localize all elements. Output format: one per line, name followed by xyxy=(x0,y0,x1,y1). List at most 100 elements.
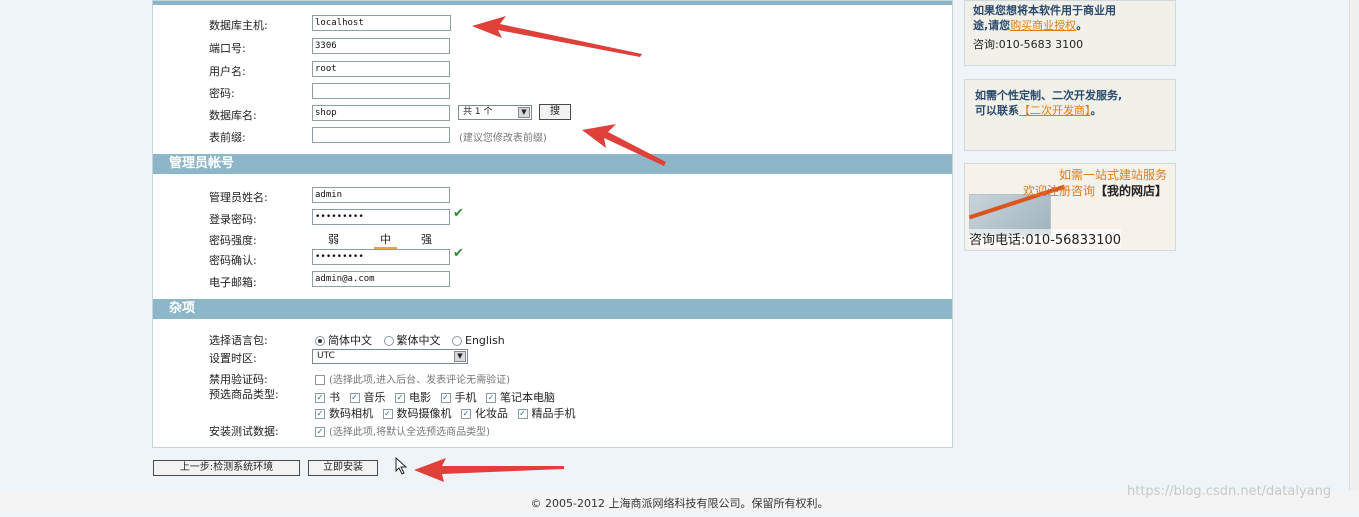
db-search-button[interactable]: 搜 xyxy=(539,104,571,120)
db-name-label: 数据库名: xyxy=(209,109,257,122)
db-count-value: 共 1 个 xyxy=(463,107,493,117)
db-count-select[interactable]: 共 1 个 ▼ xyxy=(458,105,532,120)
goods-checkbox[interactable]: ✓ xyxy=(486,393,496,403)
admin-confirm-input[interactable]: ••••••••• xyxy=(312,249,450,265)
test-data-checkbox[interactable]: ✓ xyxy=(315,427,325,437)
commercial-license-box: 如果您想将本软件用于商业用 途,请您购买商业授权。 咨询:010-5683 31… xyxy=(964,0,1176,66)
goods-checkbox[interactable]: ✓ xyxy=(461,409,471,419)
radio-simplified[interactable] xyxy=(315,336,325,346)
goods-option: 数码相机 xyxy=(329,407,373,420)
goods-checkbox[interactable]: ✓ xyxy=(349,393,360,403)
goods-option: 数码摄像机 xyxy=(396,407,452,420)
shop-ad-banner[interactable]: 如需一站式建站服务 欢迎注册咨询【我的网店】 咨询电话:010-56833100 xyxy=(964,163,1176,251)
license-text-suffix: 。 xyxy=(1076,19,1088,32)
strength-strong: 强 xyxy=(421,233,432,246)
radio-english[interactable] xyxy=(452,336,462,346)
ad-text: 如需一站式建站服务 欢迎注册咨询【我的网店】 xyxy=(1023,167,1167,199)
license-text-prefix: 途,请您 xyxy=(973,19,1011,32)
custom-dev-box: 如需个性定制、二次开发服务, 可以联系【二次开发商】。 xyxy=(964,79,1176,151)
goods-option: 电影 xyxy=(409,391,431,404)
captcha-label: 禁用验证码: xyxy=(209,373,268,386)
timezone-value: UTC xyxy=(317,351,335,361)
panel-top-bar xyxy=(153,1,952,5)
ad-line2-shop: 【我的网店】 xyxy=(1094,184,1167,198)
chevron-down-icon: ▼ xyxy=(518,107,530,118)
goods-option: 书 xyxy=(329,391,340,404)
custom-dev-line2: 可以联系【二次开发商】。 xyxy=(975,103,1165,118)
admin-email-input[interactable]: admin@a.com xyxy=(312,271,450,287)
goods-row-2: ✓ 数码相机 ✓ 数码摄像机 ✓ 化妆品 ✓ 精品手机 xyxy=(315,405,576,421)
admin-name-input[interactable]: admin xyxy=(312,187,450,203)
install-form-panel: 数据库主机: localhost 端口号: 3306 用户名: root 密码:… xyxy=(152,0,953,448)
timezone-label: 设置时区: xyxy=(209,352,257,365)
admin-pass-label: 登录密码: xyxy=(209,213,257,226)
db-pass-input[interactable] xyxy=(312,83,450,99)
lang-option-simplified: 简体中文 xyxy=(328,334,372,347)
admin-email-label: 电子邮箱: xyxy=(209,276,257,289)
chevron-down-icon: ▼ xyxy=(454,351,466,362)
misc-section-header: 杂项 xyxy=(153,299,952,319)
admin-confirm-label: 密码确认: xyxy=(209,254,257,267)
annotation-arrow-icon xyxy=(472,16,642,57)
test-data-label: 安装测试数据: xyxy=(209,425,279,438)
goods-checkbox[interactable]: ✓ xyxy=(315,393,325,403)
test-data-option: ✓ (选择此项,将默认全选预选商品类型) xyxy=(315,423,490,438)
timezone-select[interactable]: UTC ▼ xyxy=(312,349,468,364)
ad-phone: 咨询电话:010-56833100 xyxy=(969,229,1122,248)
lang-label: 选择语言包: xyxy=(209,334,268,347)
radio-traditional[interactable] xyxy=(383,336,394,346)
page-scrollbar[interactable] xyxy=(1349,0,1359,490)
db-prefix-input[interactable] xyxy=(312,127,450,143)
custom-dev-prefix: 可以联系 xyxy=(975,104,1019,117)
check-icon: ✔ xyxy=(453,246,464,261)
goods-checkbox[interactable]: ✓ xyxy=(440,393,451,403)
captcha-checkbox[interactable] xyxy=(315,375,325,385)
goods-checkbox[interactable]: ✓ xyxy=(395,393,405,403)
db-host-input[interactable]: localhost xyxy=(312,15,451,31)
db-user-input[interactable]: root xyxy=(312,61,450,77)
ad-line1: 如需一站式建站服务 xyxy=(1058,168,1167,182)
db-user-label: 用户名: xyxy=(209,65,246,78)
annotation-arrow-icon xyxy=(582,124,666,166)
license-text-line1: 如果您想将本软件用于商业用 xyxy=(973,4,1116,17)
goods-label: 预选商品类型: xyxy=(209,388,279,401)
goods-option: 手机 xyxy=(454,391,477,404)
db-prefix-label: 表前缀: xyxy=(209,131,246,144)
admin-section-header: 管理员帐号 xyxy=(153,154,952,174)
db-host-label: 数据库主机: xyxy=(209,19,268,32)
check-icon: ✔ xyxy=(453,206,464,221)
custom-dev-line1: 如需个性定制、二次开发服务, xyxy=(975,89,1123,102)
db-prefix-hint: (建议您修改表前缀) xyxy=(459,133,547,144)
lang-option-traditional: 繁体中文 xyxy=(396,334,441,347)
strength-medium: 中 xyxy=(374,231,397,249)
goods-option: 化妆品 xyxy=(475,407,508,420)
custom-dev-suffix: 。 xyxy=(1090,104,1102,117)
ad-line2-prefix: 欢迎注册咨询 xyxy=(1022,184,1095,198)
db-port-input[interactable]: 3306 xyxy=(312,38,450,54)
db-pass-label: 密码: xyxy=(209,87,235,100)
captcha-option: (选择此项,进入后台、发表评论无需验证) xyxy=(315,371,510,386)
goods-option: 音乐 xyxy=(363,391,386,404)
goods-checkbox[interactable]: ✓ xyxy=(517,409,528,419)
captcha-hint: (选择此项,进入后台、发表评论无需验证) xyxy=(329,375,510,386)
watermark-text: https://blog.csdn.net/datalyang xyxy=(1127,484,1332,499)
goods-checkbox[interactable]: ✓ xyxy=(382,409,393,419)
db-name-input[interactable]: shop xyxy=(312,105,450,121)
license-phone: 咨询:010-5683 3100 xyxy=(973,38,1084,51)
lang-option-english: English xyxy=(465,334,505,347)
buy-license-link[interactable]: 购买商业授权 xyxy=(1010,19,1076,32)
goods-row-1: ✓ 书 ✓ 音乐 ✓ 电影 ✓ 手机 ✓ 笔记本电脑 xyxy=(315,389,555,405)
lang-radio-group: 简体中文 繁体中文 English xyxy=(315,332,505,348)
strength-weak: 弱 xyxy=(328,233,339,246)
cursor-icon xyxy=(395,457,408,475)
goods-option: 笔记本电脑 xyxy=(500,391,555,404)
annotation-arrow-icon xyxy=(414,458,564,482)
goods-checkbox[interactable]: ✓ xyxy=(315,409,325,419)
admin-pass-input[interactable]: ••••••••• xyxy=(312,209,450,225)
db-port-label: 端口号: xyxy=(209,42,246,55)
dev-partner-link[interactable]: 【二次开发商】 xyxy=(1019,104,1091,117)
prev-step-button[interactable]: 上一步:检测系统环境 xyxy=(153,460,300,476)
install-button[interactable]: 立即安装 xyxy=(308,460,378,476)
test-data-hint: (选择此项,将默认全选预选商品类型) xyxy=(329,427,490,438)
license-text-line2: 途,请您购买商业授权。 xyxy=(973,18,1167,33)
